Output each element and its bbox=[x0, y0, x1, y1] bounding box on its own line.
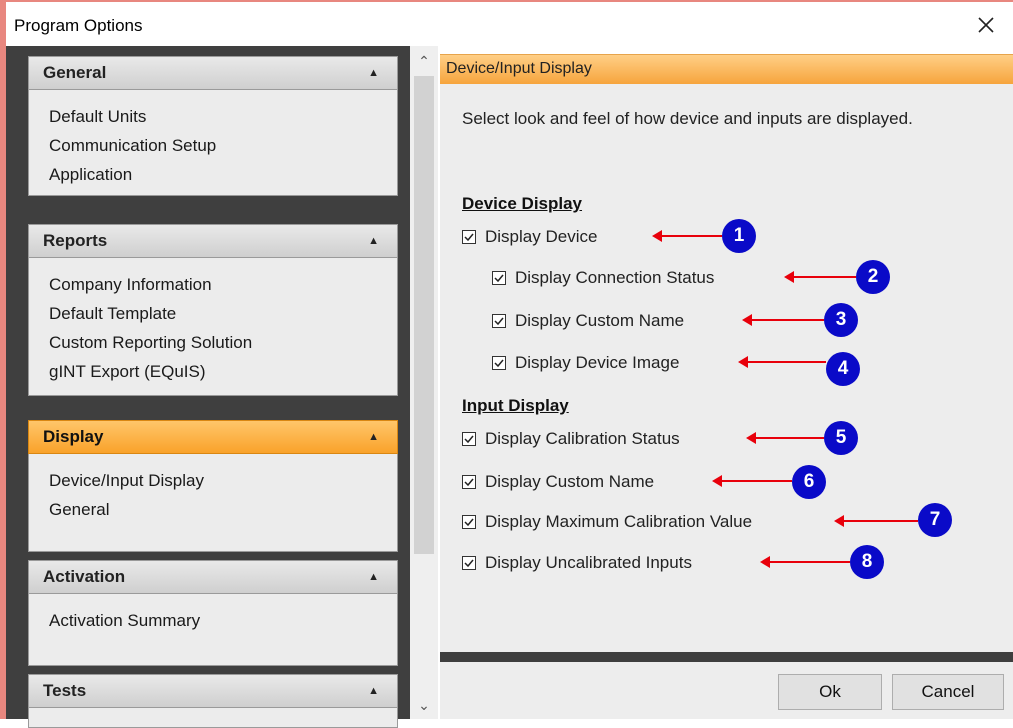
input-display-heading: Input Display bbox=[462, 396, 569, 415]
nav-group-body: Activation Summary bbox=[28, 594, 398, 666]
window-title: Program Options bbox=[14, 16, 143, 35]
options-navigation: General ▲ Default Units Communication Se… bbox=[6, 46, 410, 728]
nav-group-header-general[interactable]: General ▲ bbox=[28, 56, 398, 90]
close-icon bbox=[978, 17, 994, 33]
device-display-heading: Device Display bbox=[462, 194, 583, 213]
checkbox-checked-icon[interactable] bbox=[462, 432, 476, 446]
option-label: Display Connection Status bbox=[515, 268, 715, 287]
checkbox-checked-icon[interactable] bbox=[492, 314, 506, 328]
checkbox-checked-icon[interactable] bbox=[462, 475, 476, 489]
nav-group-header-tests[interactable]: Tests ▲ bbox=[28, 674, 398, 708]
option-label: Display Custom Name bbox=[515, 311, 685, 330]
checkbox-checked-icon[interactable] bbox=[492, 356, 506, 370]
annotation-marker-5: 5 bbox=[824, 421, 858, 455]
cancel-button[interactable]: Cancel bbox=[892, 674, 1004, 710]
checkbox-checked-icon[interactable] bbox=[462, 556, 476, 570]
nav-group-general: General ▲ Default Units Communication Se… bbox=[28, 56, 398, 196]
nav-group-body: Device/Input Display General bbox=[28, 454, 398, 552]
option-label: Display Calibration Status bbox=[485, 429, 680, 448]
nav-group-title: Activation bbox=[43, 567, 126, 586]
annotation-arrow-line bbox=[842, 520, 918, 522]
dialog-button-bar: Ok Cancel bbox=[440, 662, 1013, 719]
annotation-marker-2: 2 bbox=[856, 260, 890, 294]
annotation-marker-7: 7 bbox=[918, 503, 952, 537]
nav-item-communication-setup[interactable]: Communication Setup bbox=[49, 131, 385, 160]
bottom-divider bbox=[440, 652, 1013, 662]
display-calibration-status-checkbox[interactable]: Display Calibration Status bbox=[462, 429, 680, 449]
nav-group-header-activation[interactable]: Activation ▲ bbox=[28, 560, 398, 594]
scrollbar-thumb[interactable] bbox=[414, 76, 434, 554]
nav-group-body: Default Units Communication Setup Applic… bbox=[28, 90, 398, 196]
display-device-image-checkbox[interactable]: Display Device Image bbox=[492, 353, 679, 373]
nav-item-default-units[interactable]: Default Units bbox=[49, 102, 385, 131]
option-label: Display Maximum Calibration Value bbox=[485, 512, 753, 531]
nav-item-gint-export[interactable]: gINT Export (EQuIS) bbox=[49, 357, 385, 386]
nav-group-tests: Tests ▲ bbox=[28, 674, 398, 728]
settings-panel: Select look and feel of how device and i… bbox=[440, 84, 1013, 652]
scroll-up-icon[interactable]: ⌃ bbox=[410, 50, 438, 72]
nav-group-reports: Reports ▲ Company Information Default Te… bbox=[28, 224, 398, 396]
checkbox-checked-icon[interactable] bbox=[492, 271, 506, 285]
nav-group-header-reports[interactable]: Reports ▲ bbox=[28, 224, 398, 258]
nav-item-application[interactable]: Application bbox=[49, 160, 385, 189]
nav-item-activation-summary[interactable]: Activation Summary bbox=[49, 606, 385, 635]
option-label: Display Device bbox=[485, 227, 598, 246]
close-button[interactable] bbox=[971, 10, 1001, 40]
annotation-arrow-line bbox=[768, 561, 850, 563]
display-uncalibrated-inputs-checkbox[interactable]: Display Uncalibrated Inputs bbox=[462, 553, 692, 573]
nav-group-title: Reports bbox=[43, 231, 108, 250]
collapse-caret-icon[interactable]: ▲ bbox=[368, 685, 379, 697]
nav-item-company-information[interactable]: Company Information bbox=[49, 270, 385, 299]
annotation-arrow-line bbox=[754, 437, 824, 439]
display-maximum-calibration-value-checkbox[interactable]: Display Maximum Calibration Value bbox=[462, 512, 752, 532]
option-label: Display Custom Name bbox=[485, 472, 655, 491]
nav-group-title: General bbox=[43, 63, 107, 82]
display-input-custom-name-checkbox[interactable]: Display Custom Name bbox=[462, 472, 654, 492]
collapse-caret-icon[interactable]: ▲ bbox=[368, 431, 379, 443]
annotation-marker-1: 1 bbox=[722, 219, 756, 253]
nav-group-title: Display bbox=[43, 427, 104, 446]
display-device-custom-name-checkbox[interactable]: Display Custom Name bbox=[492, 311, 684, 331]
nav-item-display-general[interactable]: General bbox=[49, 495, 385, 524]
nav-group-display: Display ▲ Device/Input Display General bbox=[28, 420, 398, 552]
scroll-down-icon[interactable]: ⌄ bbox=[410, 694, 438, 716]
nav-group-body: Company Information Default Template Cus… bbox=[28, 258, 398, 396]
ok-button[interactable]: Ok bbox=[778, 674, 882, 710]
checkbox-checked-icon[interactable] bbox=[462, 515, 476, 529]
collapse-caret-icon[interactable]: ▲ bbox=[368, 571, 379, 583]
annotation-arrow-line bbox=[746, 361, 826, 363]
checkbox-checked-icon[interactable] bbox=[462, 230, 476, 244]
display-device-checkbox[interactable]: Display Device bbox=[462, 227, 597, 247]
option-label: Display Device Image bbox=[515, 353, 680, 372]
annotation-marker-6: 6 bbox=[792, 465, 826, 499]
option-label: Display Uncalibrated Inputs bbox=[485, 553, 692, 572]
panel-description: Select look and feel of how device and i… bbox=[462, 109, 913, 128]
title-bar: Program Options bbox=[6, 2, 1013, 46]
content-header-title: Device/Input Display bbox=[446, 60, 592, 77]
nav-group-body bbox=[28, 708, 398, 728]
collapse-caret-icon[interactable]: ▲ bbox=[368, 235, 379, 247]
nav-item-device-input-display[interactable]: Device/Input Display bbox=[49, 466, 385, 495]
collapse-caret-icon[interactable]: ▲ bbox=[368, 67, 379, 79]
nav-scrollbar[interactable]: ⌃ ⌄ bbox=[410, 46, 438, 719]
annotation-arrow-line bbox=[750, 319, 824, 321]
nav-group-title: Tests bbox=[43, 681, 87, 700]
annotation-arrow-line bbox=[660, 235, 722, 237]
annotation-arrow-line bbox=[720, 480, 792, 482]
annotation-arrow-line bbox=[792, 276, 856, 278]
content-header: Device/Input Display bbox=[440, 54, 1013, 85]
nav-group-header-display[interactable]: Display ▲ bbox=[28, 420, 398, 454]
nav-item-custom-reporting-solution[interactable]: Custom Reporting Solution bbox=[49, 328, 385, 357]
annotation-marker-3: 3 bbox=[824, 303, 858, 337]
annotation-marker-4: 4 bbox=[826, 352, 860, 386]
nav-group-activation: Activation ▲ Activation Summary bbox=[28, 560, 398, 666]
display-connection-status-checkbox[interactable]: Display Connection Status bbox=[492, 268, 714, 288]
annotation-marker-8: 8 bbox=[850, 545, 884, 579]
nav-item-default-template[interactable]: Default Template bbox=[49, 299, 385, 328]
